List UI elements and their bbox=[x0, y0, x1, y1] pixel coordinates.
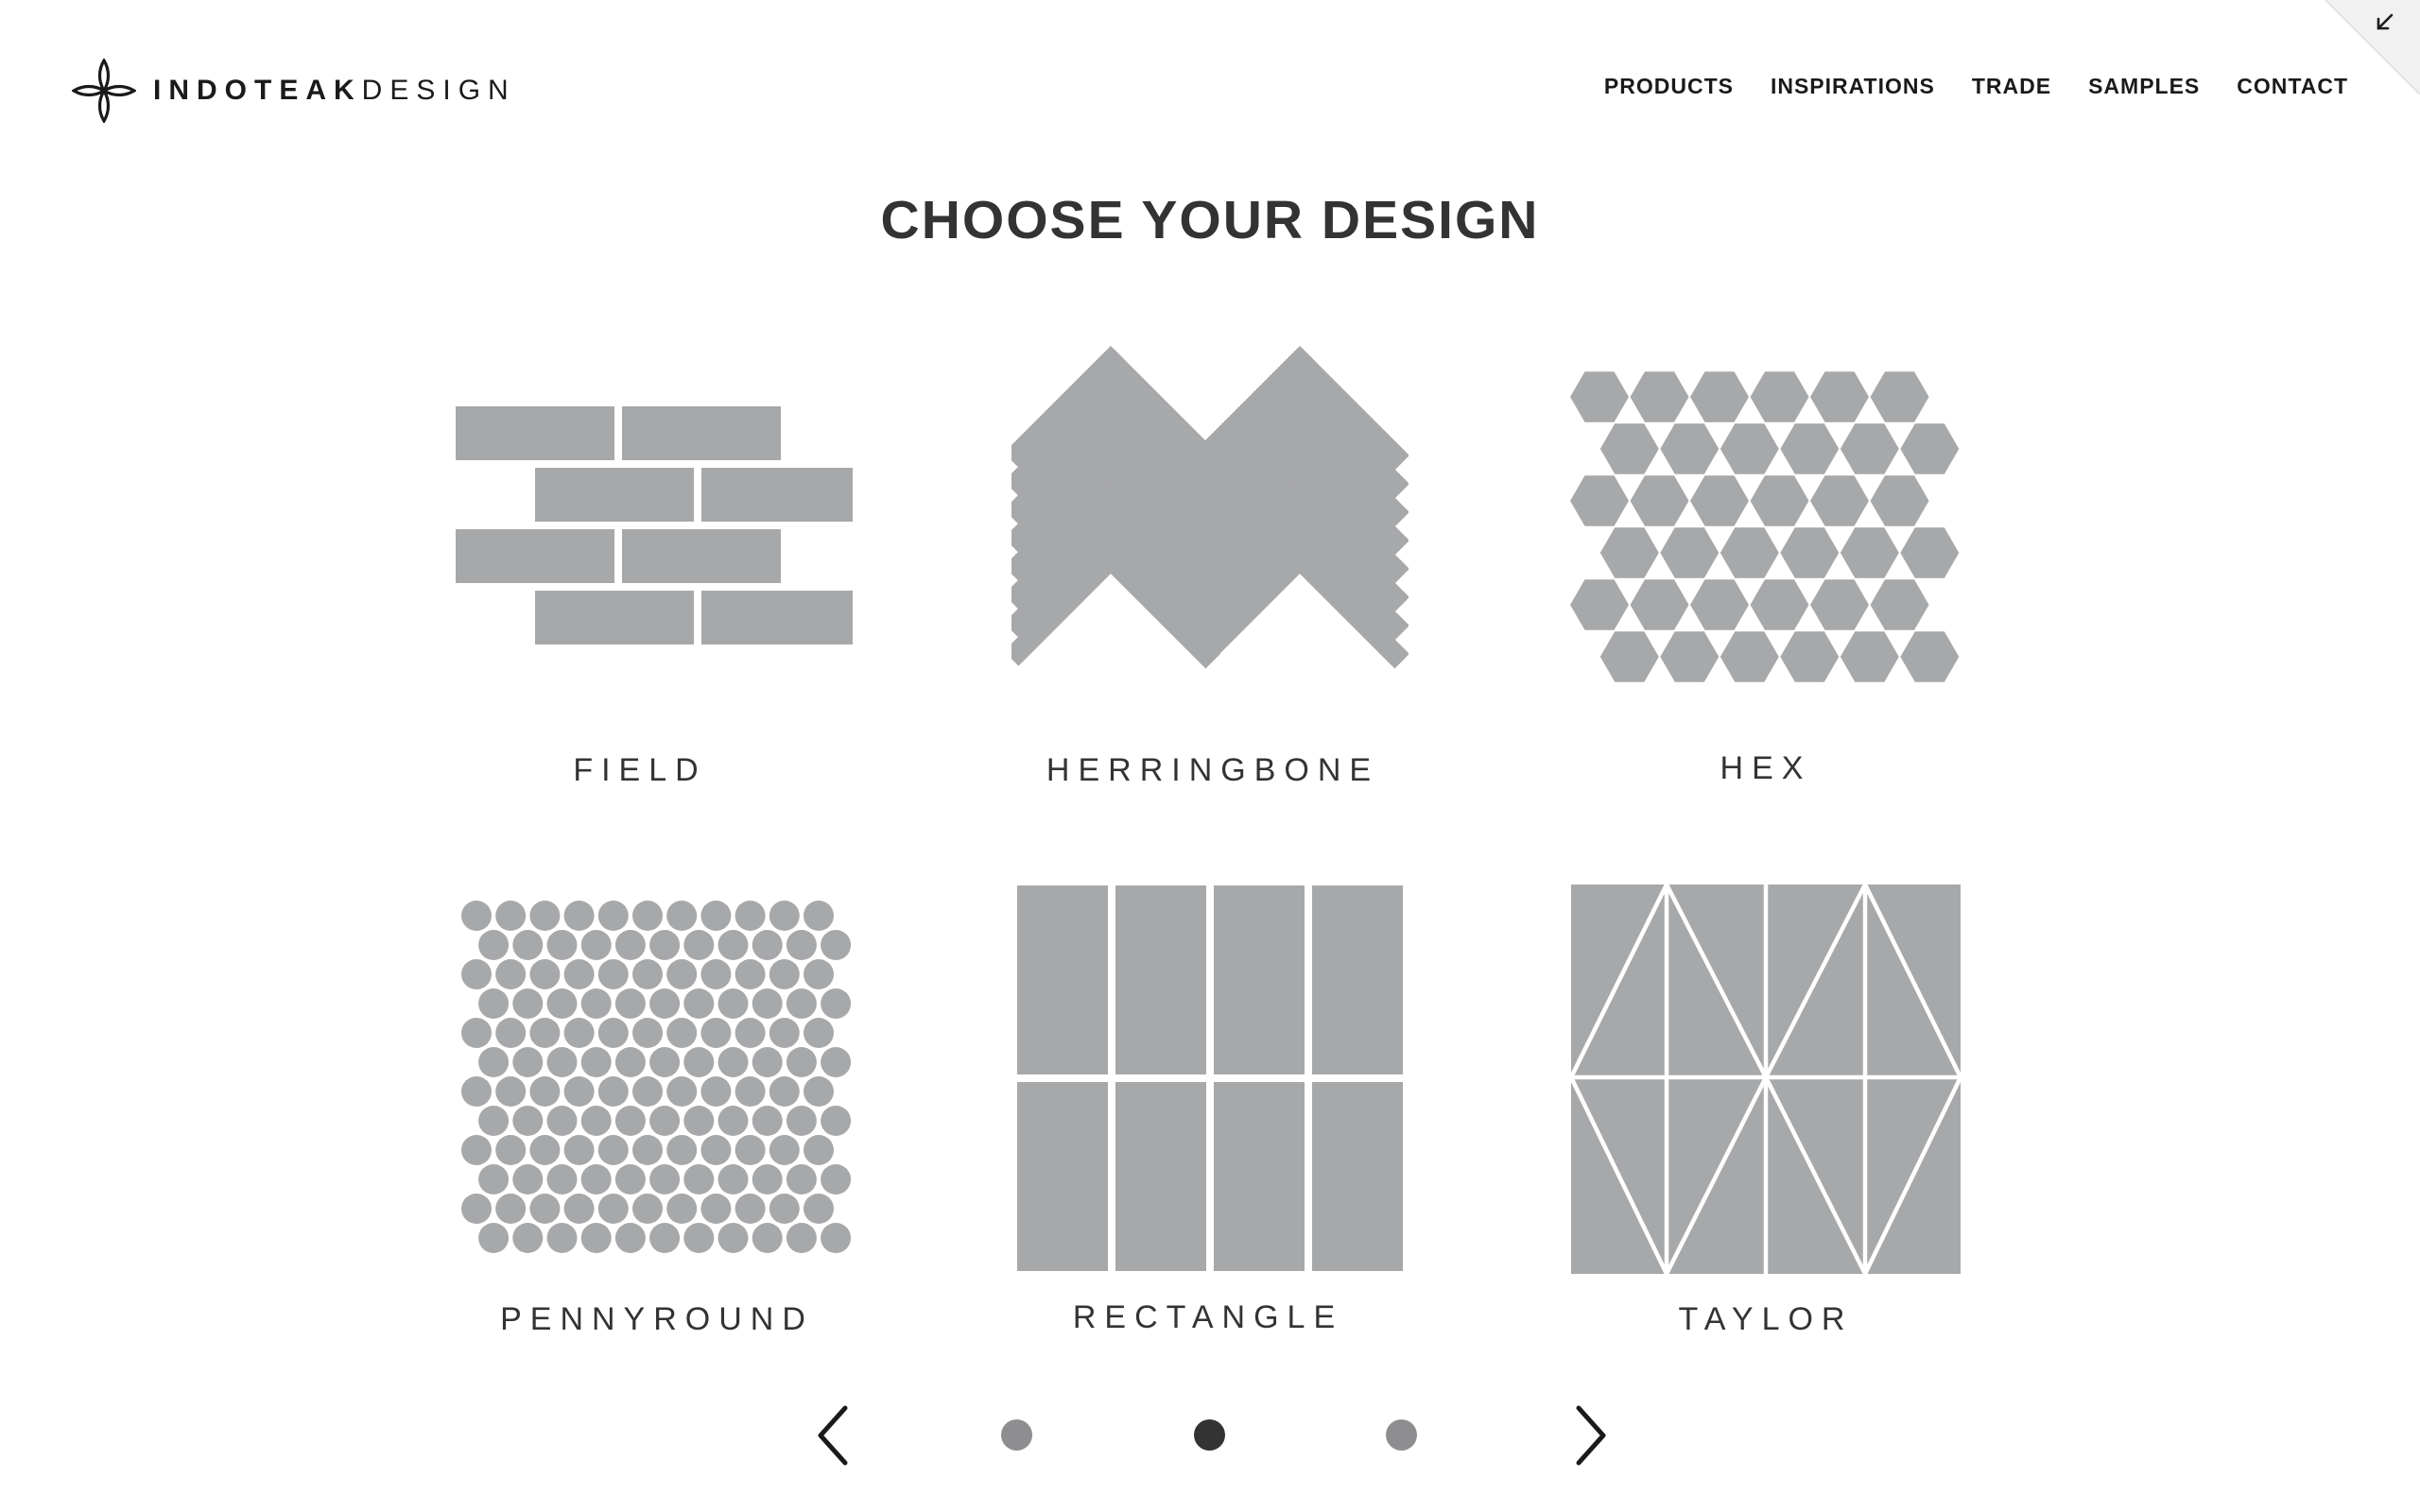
brand-name-bold: INDOTEAK bbox=[153, 75, 362, 106]
design-field[interactable] bbox=[454, 402, 855, 647]
nav-trade[interactable]: TRADE bbox=[1972, 74, 2051, 99]
design-rectangle[interactable] bbox=[1013, 884, 1407, 1275]
pager-dot-2[interactable] bbox=[1194, 1419, 1225, 1451]
design-hex-label[interactable]: HEX bbox=[1720, 750, 1812, 787]
corner-collapse-button[interactable] bbox=[2325, 0, 2420, 94]
design-herringbone[interactable] bbox=[1011, 331, 1409, 709]
nav-samples[interactable]: SAMPLES bbox=[2088, 74, 2200, 99]
herringbone-pattern-icon bbox=[1011, 345, 1409, 669]
hex-pattern-icon bbox=[1570, 371, 1960, 682]
design-taylor-label[interactable]: TAYLOR bbox=[1679, 1301, 1854, 1338]
page: INDOTEAKDESIGN PRODUCTS INSPIRATIONS TRA… bbox=[0, 0, 2420, 1512]
design-hex[interactable] bbox=[1569, 359, 1966, 690]
design-pennyround[interactable] bbox=[454, 893, 855, 1262]
design-pennyround-label[interactable]: PENNYROUND bbox=[500, 1301, 814, 1338]
rectangle-pattern-icon bbox=[1017, 885, 1403, 1271]
brand-name: INDOTEAKDESIGN bbox=[153, 75, 516, 107]
design-herringbone-label[interactable]: HERRINGBONE bbox=[1046, 752, 1379, 789]
collapse-arrow-icon bbox=[2325, 0, 2420, 94]
pager-dot-1[interactable] bbox=[1001, 1419, 1032, 1451]
design-taylor[interactable] bbox=[1569, 883, 1962, 1276]
field-pattern-icon bbox=[456, 406, 853, 644]
pennyround-pattern-icon bbox=[461, 901, 852, 1253]
chevron-right-icon bbox=[1576, 1405, 1606, 1466]
page-title: CHOOSE YOUR DESIGN bbox=[880, 190, 1540, 250]
prev-button[interactable] bbox=[815, 1404, 853, 1467]
next-button[interactable] bbox=[1571, 1404, 1609, 1467]
design-rectangle-label[interactable]: RECTANGLE bbox=[1073, 1299, 1343, 1336]
brand-logo[interactable]: INDOTEAKDESIGN bbox=[72, 59, 516, 123]
quatrefoil-logo-icon bbox=[72, 59, 136, 123]
main-nav: PRODUCTS INSPIRATIONS TRADE SAMPLES CONT… bbox=[1604, 74, 2348, 99]
chevron-left-icon bbox=[818, 1405, 848, 1466]
nav-products[interactable]: PRODUCTS bbox=[1604, 74, 1734, 99]
pager-dot-3[interactable] bbox=[1386, 1419, 1417, 1451]
brand-name-light: DESIGN bbox=[361, 75, 516, 106]
nav-inspirations[interactable]: INSPIRATIONS bbox=[1771, 74, 1935, 99]
design-field-label[interactable]: FIELD bbox=[573, 752, 706, 789]
taylor-pattern-icon bbox=[1569, 883, 1962, 1276]
